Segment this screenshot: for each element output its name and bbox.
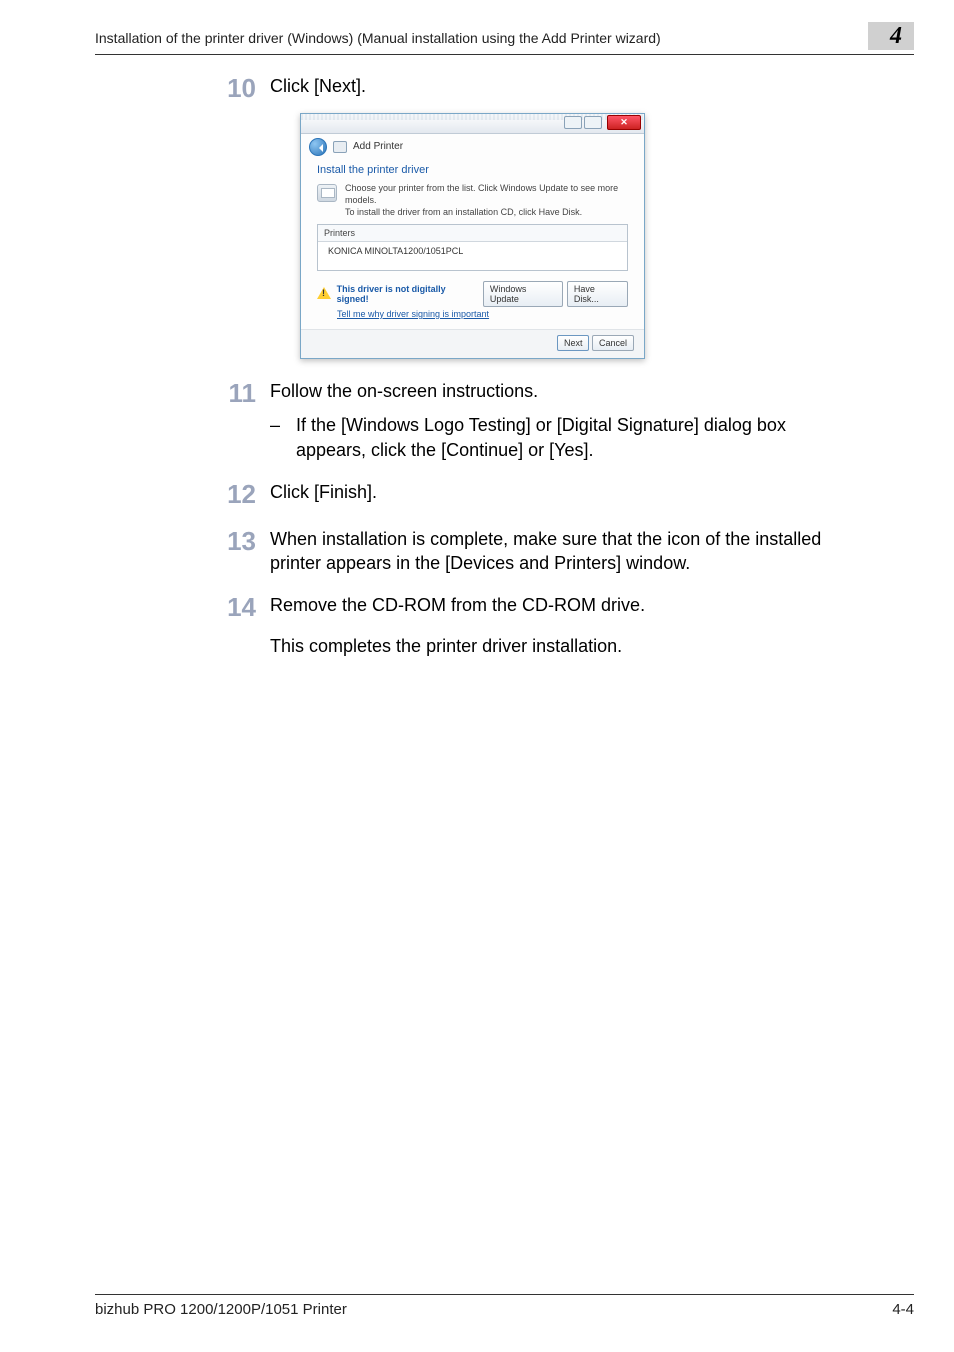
step-text: Click [Next]. xyxy=(270,74,860,98)
driver-signing-link[interactable]: Tell me why driver signing is important xyxy=(337,309,489,319)
back-icon[interactable] xyxy=(309,138,327,156)
next-button[interactable]: Next xyxy=(557,335,590,351)
minimize-icon[interactable] xyxy=(564,116,582,129)
step-12: 12 Click [Finish]. xyxy=(200,480,860,509)
add-printer-dialog-screenshot: ✕ Add Printer Install the printer driver… xyxy=(300,113,860,359)
cancel-button[interactable]: Cancel xyxy=(592,335,634,351)
step-text: When installation is complete, make sure… xyxy=(270,527,860,576)
footer-page-number: 4-4 xyxy=(892,1301,914,1318)
window-controls xyxy=(564,116,604,129)
dialog-heading: Install the printer driver xyxy=(317,164,628,176)
close-icon[interactable]: ✕ xyxy=(607,115,641,130)
printer-icon xyxy=(333,141,347,153)
dialog-line1: Choose your printer from the list. Click… xyxy=(345,182,628,206)
step-number: 14 xyxy=(200,593,256,622)
warning-text: This driver is not digitally signed! xyxy=(337,284,477,304)
step-14: 14 Remove the CD-ROM from the CD-ROM dri… xyxy=(200,593,860,658)
page-header: Installation of the printer driver (Wind… xyxy=(95,22,914,55)
windows-update-button[interactable]: Windows Update xyxy=(483,281,563,307)
list-item: – If the [Windows Logo Testing] or [Digi… xyxy=(270,413,860,462)
step-13: 13 When installation is complete, make s… xyxy=(200,527,860,576)
dialog-titlebar: ✕ xyxy=(301,114,644,134)
dialog-nav: Add Printer xyxy=(301,134,644,158)
header-divider xyxy=(95,54,914,55)
dialog-line2: To install the driver from an installati… xyxy=(345,206,628,218)
header-title: Installation of the printer driver (Wind… xyxy=(95,30,661,46)
content-area: 10 Click [Next]. ✕ xyxy=(200,74,860,676)
step-11: 11 Follow the on-screen instructions. – … xyxy=(200,379,860,462)
footer-divider xyxy=(95,1294,914,1295)
have-disk-button[interactable]: Have Disk... xyxy=(567,281,628,307)
printer-large-icon xyxy=(317,184,337,202)
printers-list-header: Printers xyxy=(318,225,627,242)
maximize-icon[interactable] xyxy=(584,116,602,129)
chapter-badge: 4 xyxy=(868,22,914,50)
step-number: 13 xyxy=(200,527,256,556)
step-10: 10 Click [Next]. ✕ xyxy=(200,74,860,359)
dialog-instructions: Choose your printer from the list. Click… xyxy=(345,182,628,218)
step-text: Remove the CD-ROM from the CD-ROM drive. xyxy=(270,593,860,617)
step-text: Click [Finish]. xyxy=(270,480,860,504)
footer-left-text: bizhub PRO 1200/1200P/1051 Printer xyxy=(95,1301,347,1318)
page-footer: bizhub PRO 1200/1200P/1051 Printer 4-4 xyxy=(95,1294,914,1318)
bullet-text: If the [Windows Logo Testing] or [Digita… xyxy=(296,413,860,462)
printers-list-item[interactable]: KONICA MINOLTA1200/1051PCL xyxy=(318,242,627,270)
dialog-nav-title: Add Printer xyxy=(353,141,403,152)
step-number: 10 xyxy=(200,74,256,103)
bullet-dash-icon: – xyxy=(270,413,296,437)
printers-list[interactable]: Printers KONICA MINOLTA1200/1051PCL xyxy=(317,224,628,271)
add-printer-dialog: ✕ Add Printer Install the printer driver… xyxy=(300,113,645,359)
step-number: 11 xyxy=(200,379,256,408)
step-followup-text: This completes the printer driver instal… xyxy=(270,634,860,658)
step-number: 12 xyxy=(200,480,256,509)
step-text: Follow the on-screen instructions. xyxy=(270,379,860,403)
dialog-footer: Next Cancel xyxy=(301,329,644,358)
warning-icon xyxy=(317,287,331,301)
